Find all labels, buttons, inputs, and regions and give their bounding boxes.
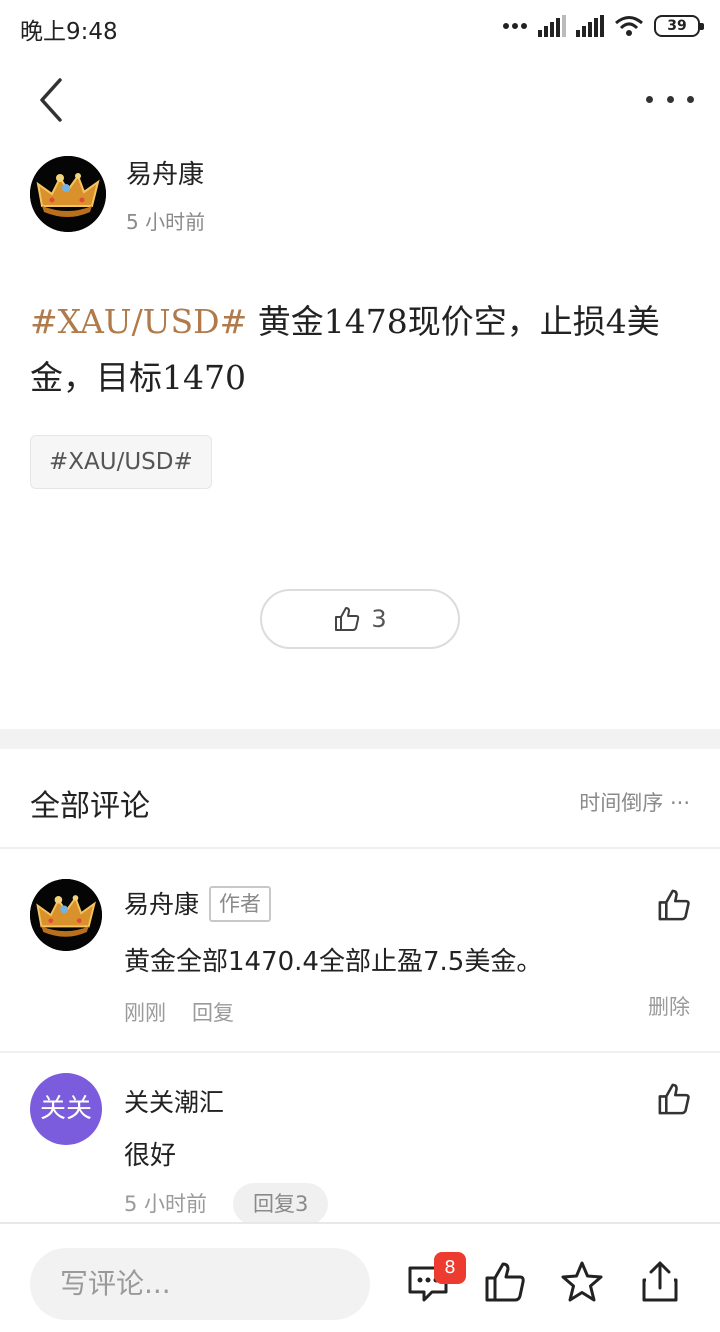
- crown-avatar-icon: [30, 879, 102, 951]
- delete-button[interactable]: 删除: [648, 991, 690, 1021]
- battery-icon: 39: [654, 15, 704, 37]
- comment-text: 黄金全部1470.4全部止盈7.5美金。: [124, 947, 543, 977]
- bottom-action-bar: 写评论... 8: [0, 1222, 720, 1332]
- more-dot: [687, 95, 694, 103]
- signal-icon: [538, 15, 566, 37]
- star-icon[interactable]: [560, 1260, 604, 1304]
- signal-icon: [576, 15, 604, 37]
- post-time: 5 小时前: [126, 210, 206, 234]
- comment-time: 5 小时前: [124, 1192, 208, 1216]
- wifi-icon: [615, 16, 643, 36]
- comment-time: 刚刚: [124, 1001, 166, 1025]
- post-hashtag-link[interactable]: #XAU/USD#: [30, 302, 247, 341]
- more-dot: [646, 95, 653, 103]
- thumbs-up-icon: [335, 607, 360, 631]
- comment-author-name: 关关潮汇: [124, 1088, 225, 1117]
- comment-item: 易舟康 作者 黄金全部1470.4全部止盈7.5美金。 刚刚 回复 删除: [0, 851, 720, 1051]
- comment-author[interactable]: 关关潮汇: [124, 1083, 224, 1119]
- reply-button[interactable]: 回复: [192, 1001, 234, 1025]
- comment-avatar[interactable]: [30, 879, 102, 951]
- comment-item: 关关 关关潮汇 很好 5 小时前 回复3: [0, 1053, 720, 1225]
- comment-author-name: 易舟康: [124, 890, 200, 919]
- comment-meta: 刚刚 回复: [124, 997, 234, 1027]
- comments-title: 全部评论: [30, 789, 150, 824]
- thumbs-up-icon[interactable]: [483, 1260, 527, 1304]
- sort-order-button[interactable]: 时间倒序 ···: [579, 787, 690, 817]
- status-time: 晚上9:48: [20, 19, 118, 45]
- author-avatar[interactable]: [30, 156, 106, 232]
- more-dot: [666, 95, 674, 103]
- post-like-button[interactable]: 3: [260, 589, 460, 649]
- comment-author[interactable]: 易舟康 作者: [124, 885, 272, 922]
- comment-avatar[interactable]: 关关: [30, 1073, 102, 1145]
- crown-avatar-icon: [30, 156, 106, 232]
- comments-header: 全部评论 时间倒序 ···: [0, 749, 720, 849]
- author-badge: 作者: [209, 886, 272, 922]
- comment-count-badge: 8: [434, 1252, 466, 1284]
- comment-like-icon[interactable]: [656, 887, 692, 923]
- post-content: #XAU/USD# 黄金1478现价空，止损4美金，目标1470: [30, 294, 690, 406]
- status-icons: 39: [502, 12, 704, 40]
- section-separator: [0, 729, 720, 749]
- back-button[interactable]: [30, 76, 74, 124]
- comment-text: 很好: [124, 1141, 177, 1171]
- post-like-count: 3: [371, 605, 387, 633]
- author-name[interactable]: 易舟康: [126, 154, 204, 191]
- nav-bar: [0, 60, 720, 140]
- comment-like-icon[interactable]: [656, 1081, 692, 1117]
- share-icon[interactable]: [638, 1260, 682, 1304]
- comment-input[interactable]: 写评论...: [30, 1248, 370, 1320]
- chevron-left-icon: [40, 78, 62, 122]
- dots-icon: [503, 23, 527, 29]
- status-bar: 晚上9:48 39: [0, 0, 720, 52]
- more-button[interactable]: [646, 84, 694, 114]
- tag-chip[interactable]: #XAU/USD#: [30, 435, 212, 489]
- comment-meta: 5 小时前 回复3: [124, 1183, 329, 1225]
- replies-button[interactable]: 回复3: [233, 1183, 329, 1225]
